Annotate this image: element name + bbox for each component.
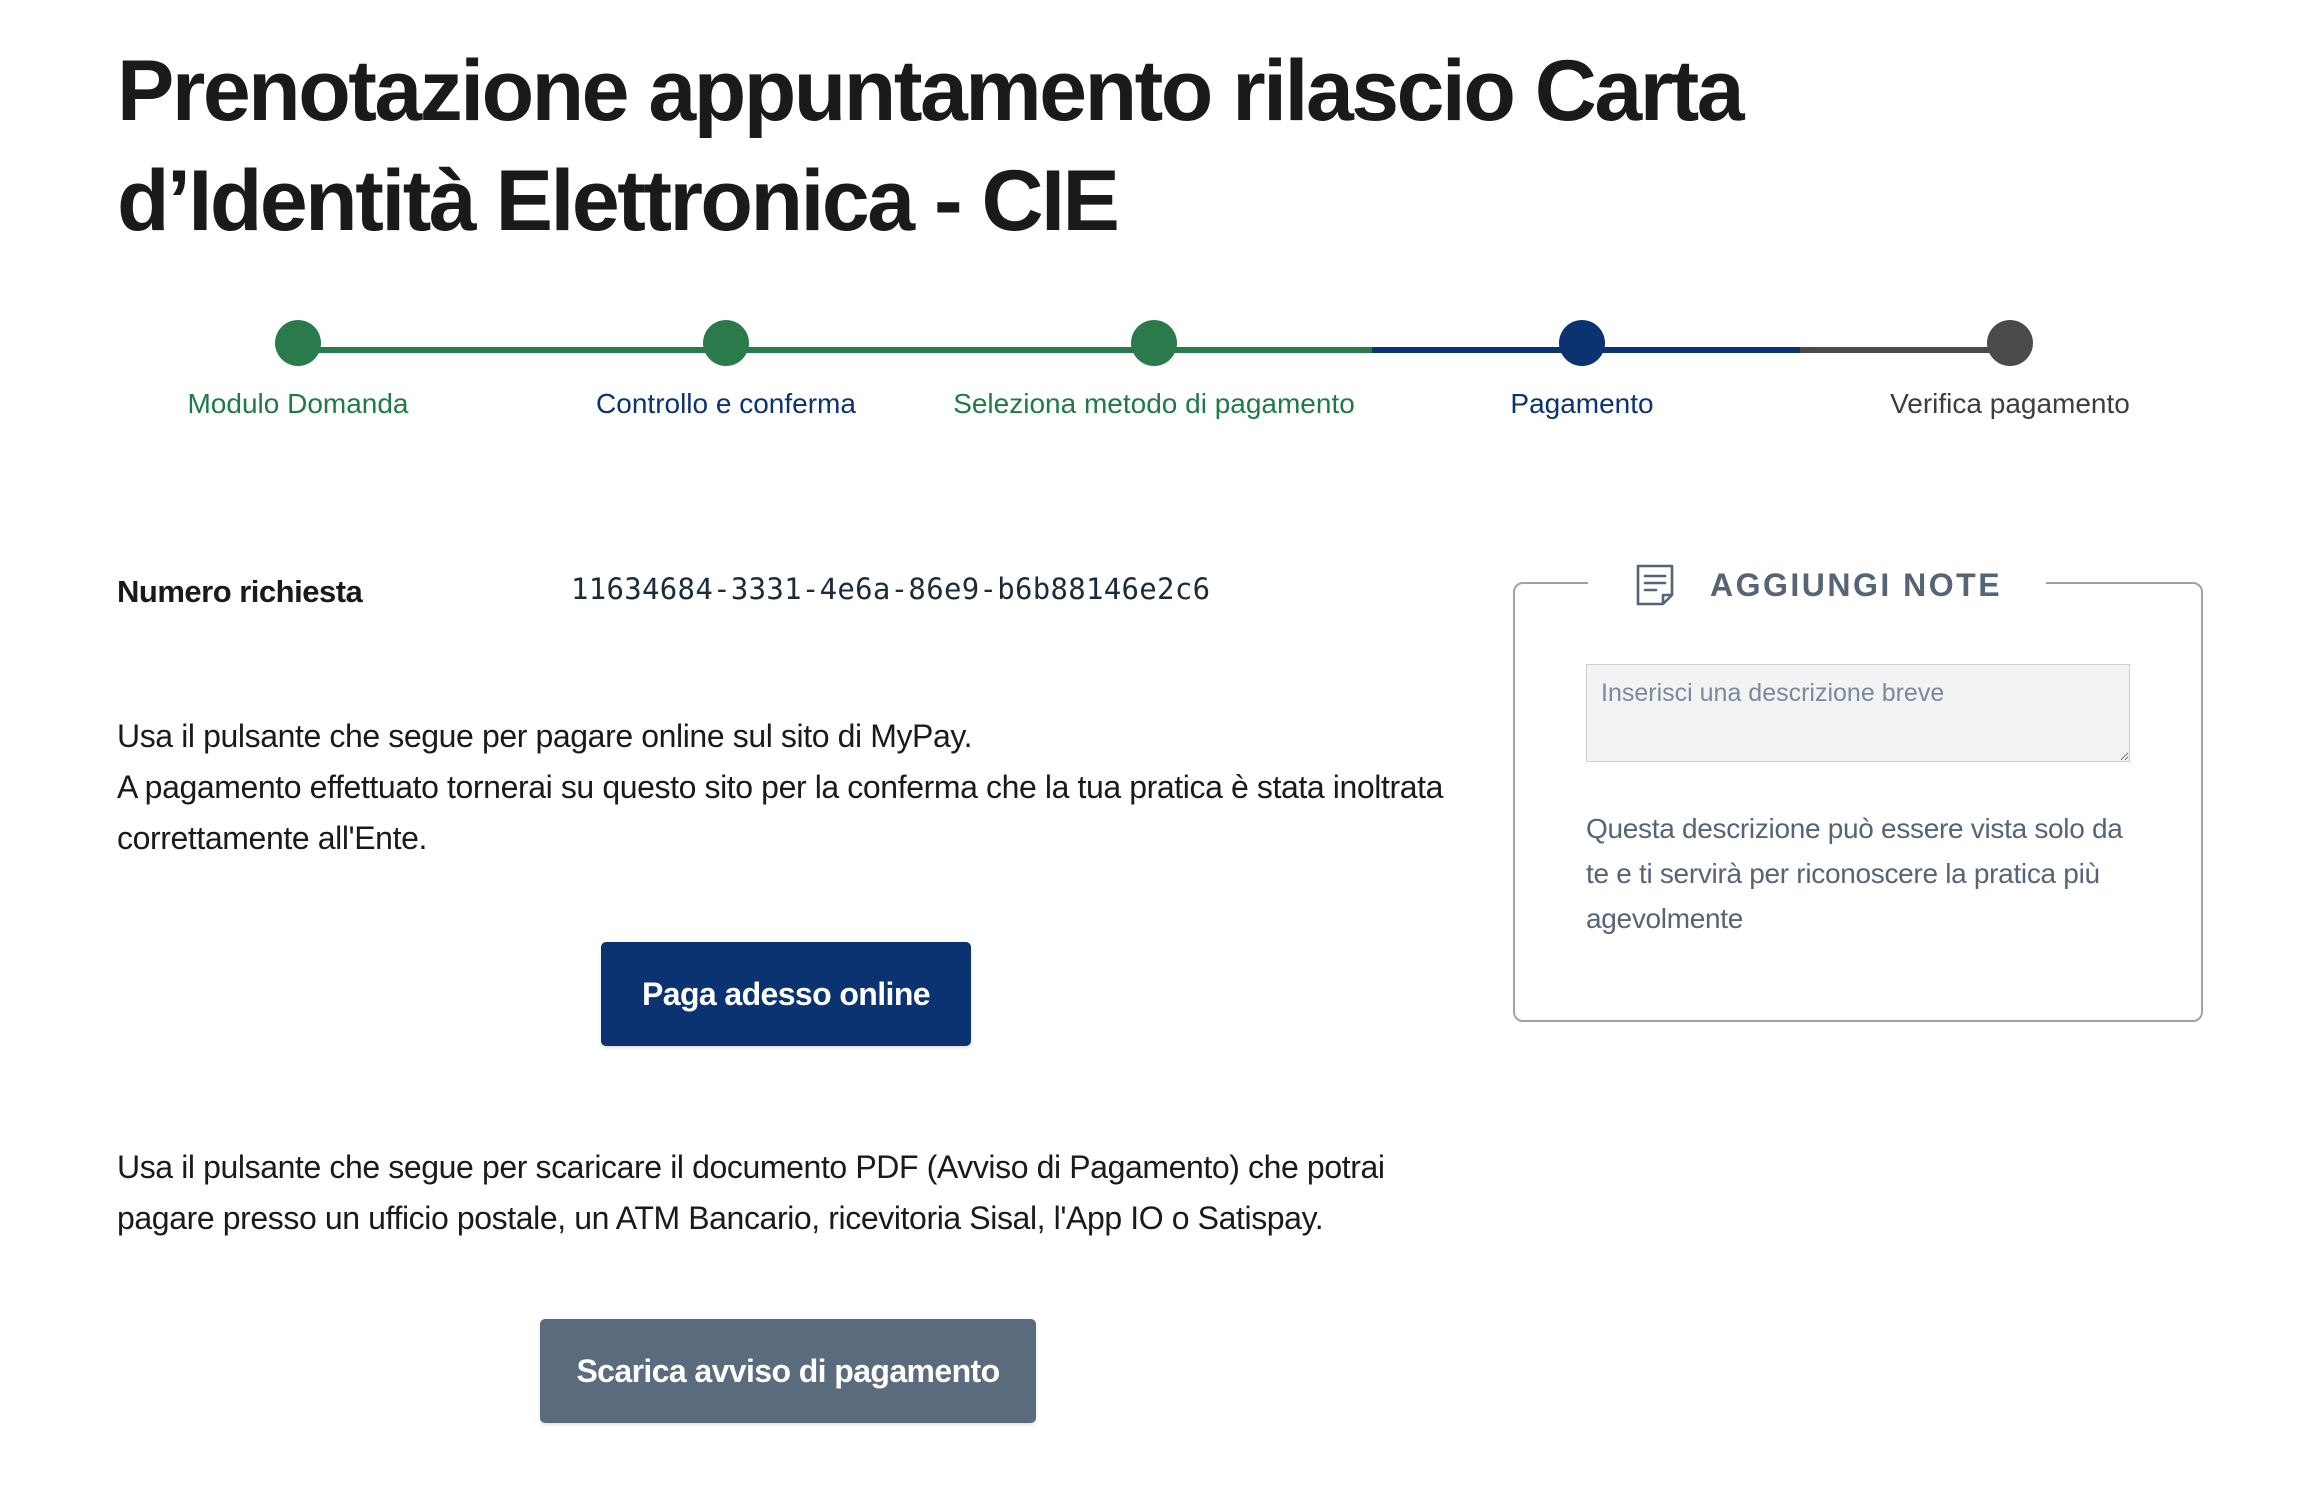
step-dot-modulo-domanda[interactable] (275, 320, 321, 366)
step-label-controllo-conferma[interactable]: Controllo e conferma (496, 386, 956, 422)
step-label-modulo-domanda[interactable]: Modulo Domanda (68, 386, 528, 422)
step-dot-pagamento (1559, 320, 1605, 366)
notes-panel (1513, 582, 2203, 1022)
step-label-metodo-pagamento[interactable]: Seleziona metodo di pagamento (924, 386, 1384, 422)
note-icon (1634, 563, 1676, 607)
page-title: Prenotazione appuntamento rilascio Carta… (117, 43, 1745, 249)
notes-help-text: Questa descrizione può essere vista solo… (1586, 813, 2123, 934)
request-number-label: Numero richiesta (117, 574, 363, 609)
online-payment-text-line1: Usa il pulsante che segue per pagare onl… (117, 718, 973, 754)
notes-title: AGGIUNGI NOTE (1710, 566, 2003, 603)
step-dot-verifica-pagamento (1987, 320, 2033, 366)
online-payment-instructions: Usa il pulsante che segue per pagare onl… (117, 711, 1477, 864)
step-label-verifica-pagamento: Verifica pagamento (1890, 388, 2130, 419)
step-label-pagamento: Pagamento (1510, 388, 1654, 419)
payment-notice-instructions: Usa il pulsante che segue per scaricare … (117, 1149, 1385, 1236)
stepper-line-completed (298, 347, 1372, 353)
notes-description-input[interactable] (1586, 664, 2130, 762)
progress-stepper: Modulo Domanda Controllo e conferma Sele… (0, 320, 2304, 440)
pay-online-button[interactable]: Paga adesso online (601, 942, 971, 1046)
step-dot-metodo-pagamento[interactable] (1131, 320, 1177, 366)
step-dot-controllo-conferma[interactable] (703, 320, 749, 366)
stepper-line-upcoming (1800, 347, 2012, 353)
online-payment-text-line2: A pagamento effettuato tornerai su quest… (117, 769, 1443, 856)
notes-legend: AGGIUNGI NOTE (1588, 560, 2047, 610)
download-payment-notice-button[interactable]: Scarica avviso di pagamento (540, 1319, 1036, 1423)
request-number-value: 11634684-3331-4e6a-86e9-b6b88146e2c6 (571, 572, 1211, 606)
